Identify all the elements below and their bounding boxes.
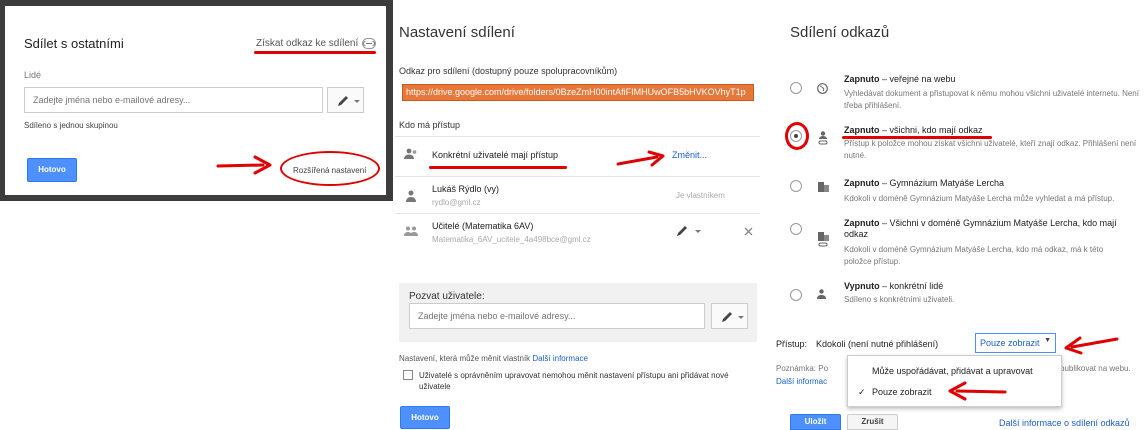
group-icon [404, 226, 418, 236]
link-sharing-title: Sdílení odkazů [790, 24, 890, 41]
radio-specific-people[interactable] [790, 289, 802, 301]
menu-item-view-only[interactable]: Pouze zobrazit [872, 387, 932, 397]
note-label: Poznámka: Po [776, 364, 829, 373]
option-description: Vyhledávat dokument a přistupovat k němu… [844, 89, 1139, 110]
option-title-rest: – Gymnázium Matyáše Lercha [879, 178, 1005, 188]
option-status: Zapnuto [844, 74, 880, 84]
shared-note: Sdíleno s jednou skupinou [24, 121, 118, 130]
share-dialog-body: Sdílet s ostatními Získat odkaz ke sdíle… [5, 6, 386, 195]
permission-select[interactable]: Pouze zobrazit ▼ [975, 333, 1056, 353]
red-arrow-icon [616, 150, 665, 167]
radio-public[interactable] [790, 82, 802, 94]
cancel-button[interactable]: Zrušit [847, 414, 898, 430]
access-value: Kdokoli (není nutné přihlášení) [816, 339, 939, 349]
close-icon[interactable] [744, 227, 753, 236]
share-dialog: Sdílet s ostatními Získat odkaz ke sdíle… [0, 0, 393, 201]
red-arrow-icon [948, 381, 1007, 401]
option-title: Zapnuto – Všichni v doméně Gymnázium Mat… [844, 218, 1134, 240]
note-tail: publikovat na webu. [1060, 364, 1131, 373]
share-link-label: Odkaz pro sdílení (dostupný pouze spolup… [399, 66, 618, 76]
person-icon [817, 289, 826, 299]
permission-dropdown[interactable] [711, 303, 748, 329]
user-email: rydlo@gml.cz [432, 198, 481, 207]
option-status: Zapnuto [844, 218, 880, 228]
invite-label: Pozvat uživatele: [409, 291, 485, 302]
option-description: Kdokoli v doméně Gymnázium Matyáše Lerch… [844, 245, 1104, 266]
divider [395, 176, 760, 177]
access-text: Konkrétní uživatelé mají přístup [432, 150, 559, 160]
owner-lock-checkbox[interactable] [403, 370, 413, 380]
get-link-label: Získat odkaz ke sdílení [256, 38, 359, 49]
option-title-rest: – konkrétní lidé [879, 281, 944, 291]
pencil-icon [338, 96, 360, 106]
option-title: Vypnuto – konkrétní lidé [844, 281, 943, 291]
people-input[interactable] [24, 87, 323, 113]
red-underline [254, 51, 376, 54]
option-description: Kdokoli v doméně Gymnázium Matyáše Lerch… [844, 194, 1115, 203]
person-icon [406, 190, 416, 202]
globe-icon [817, 83, 828, 94]
done-button[interactable]: Hotovo [27, 158, 77, 182]
who-has-access-label: Kdo má přístup [399, 120, 461, 130]
done-button[interactable]: Hotovo [400, 406, 450, 429]
save-button[interactable]: Uložit [790, 414, 841, 430]
checkmark-icon: ✓ [858, 387, 866, 397]
option-title: Zapnuto – všichni, kdo mají odkaz [844, 125, 983, 135]
radio-anyone-with-link[interactable] [790, 130, 802, 142]
divider [395, 136, 760, 137]
option-title: Zapnuto – Gymnázium Matyáše Lercha [844, 178, 1004, 188]
advanced-settings-link[interactable]: Rozšířená nastavení [293, 166, 366, 175]
option-status: Zapnuto [844, 178, 880, 188]
pencil-icon [722, 312, 744, 322]
people-icon [404, 148, 417, 159]
divider [395, 213, 760, 214]
user-email: Matematika_6AV_ucitele_4a498bce@gml.cz [432, 235, 591, 244]
pencil-icon [677, 226, 701, 236]
option-description: Sdíleno s konkrétními uživateli. [844, 295, 955, 304]
checkbox-label: Uživatelé s oprávněním upravovat nemohou… [419, 371, 729, 391]
red-arrow-icon [216, 155, 272, 175]
option-description: Přístup k položce mohou získat všichni u… [844, 139, 1137, 160]
red-underline [429, 166, 567, 169]
share-dialog-title: Sdílet s ostatními [24, 36, 124, 51]
owner-settings-row: Nastavení, která může měnit vlastník Dal… [399, 354, 588, 363]
option-title-rest: – Všichni v doméně Gymnázium Matyáše Ler… [844, 218, 1117, 239]
permission-dropdown[interactable] [327, 87, 364, 113]
more-info-link[interactable]: Další informac [776, 377, 827, 386]
change-access-link[interactable]: Změnit... [672, 150, 707, 160]
radio-domain[interactable] [790, 180, 802, 192]
permission-dropdown[interactable] [675, 224, 705, 238]
link-sharing-help-link[interactable]: Další informace o sdílení odkazů [999, 418, 1130, 428]
red-arrow-icon [1064, 336, 1119, 355]
sharing-settings-title: Nastavení sdílení [399, 24, 515, 41]
user-name: Lukáš Rýdlo (vy) [432, 184, 500, 194]
radio-domain-with-link[interactable] [790, 223, 802, 235]
person-link-icon [818, 131, 828, 145]
more-info-link[interactable]: Další informace [532, 354, 588, 363]
owner-settings-label: Nastavení, která může měnit vlastník [399, 354, 531, 363]
sharing-settings-panel: Nastavení sdílení Odkaz pro sdílení (dos… [395, 0, 770, 430]
chevron-down-icon: ▼ [1044, 337, 1051, 344]
permission-select-value: Pouze zobrazit [980, 338, 1040, 348]
invite-input[interactable] [409, 303, 705, 329]
link-sharing-panel: Sdílení odkazů Zapnuto – veřejné na webu… [773, 0, 1146, 430]
building-icon [818, 182, 829, 192]
people-label: Lidé [24, 70, 42, 80]
option-status: Zapnuto [844, 125, 880, 135]
owner-role: Je vlastníkem [676, 191, 725, 200]
access-label: Přístup: [776, 339, 808, 349]
get-link-button[interactable]: Získat odkaz ke sdílení [256, 38, 377, 49]
user-name: Učitelé (Matematika 6AV) [432, 221, 534, 231]
share-link-field[interactable]: https://drive.google.com/drive/folders/0… [402, 84, 754, 101]
option-title: Zapnuto – veřejné na webu [844, 74, 956, 84]
menu-item-edit[interactable]: Může uspořádávat, přidávat a upravovat [872, 366, 1033, 376]
option-status: Vypnuto [844, 281, 880, 291]
option-title-rest: – všichni, kdo mají odkaz [879, 125, 983, 135]
option-title-rest: – veřejné na webu [879, 74, 956, 84]
link-icon [362, 38, 377, 49]
building-link-icon [818, 232, 829, 247]
